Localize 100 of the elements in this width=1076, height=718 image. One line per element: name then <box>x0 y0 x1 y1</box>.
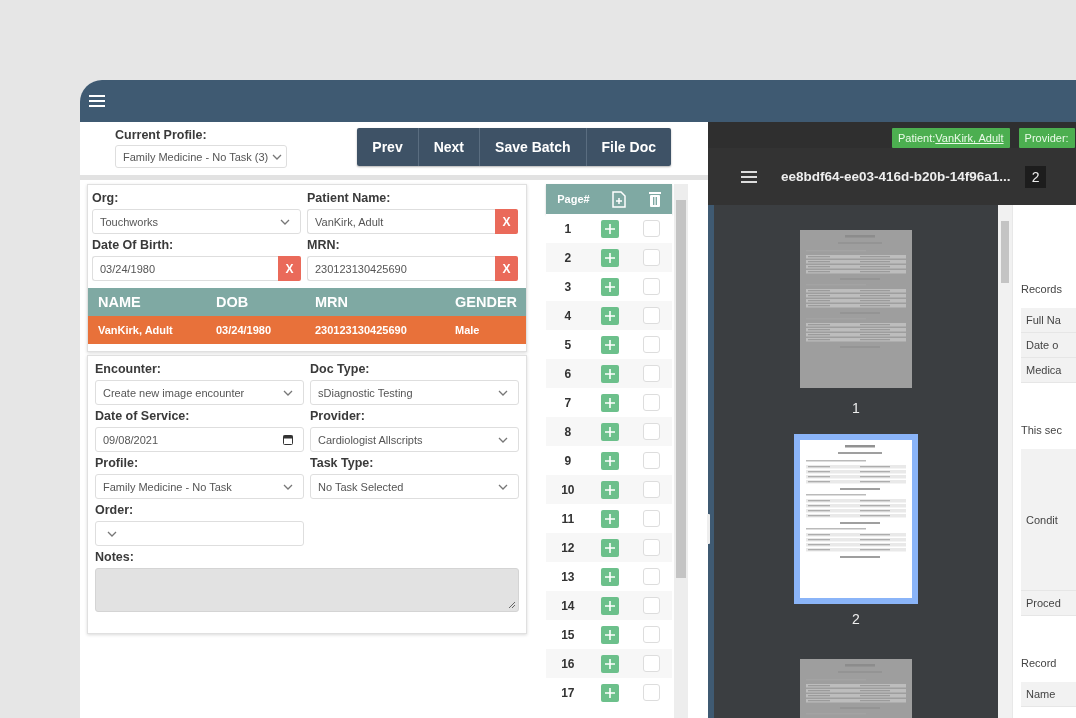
column-header: MRN <box>315 294 350 310</box>
section-heading: Records <box>1021 283 1063 297</box>
add-page-button[interactable] <box>601 567 620 586</box>
checkbox[interactable] <box>643 220 661 237</box>
page-thumbnail[interactable] <box>800 230 912 388</box>
checkbox[interactable] <box>643 597 661 614</box>
add-page-button[interactable] <box>601 654 620 673</box>
page-number: 7 <box>563 395 573 410</box>
menu-icon[interactable] <box>741 170 757 183</box>
page-label: 1 <box>852 400 860 416</box>
checkbox[interactable] <box>643 626 661 643</box>
add-page-button[interactable] <box>601 306 620 325</box>
add-page-button[interactable] <box>601 219 620 238</box>
page-number: 17 <box>560 685 576 700</box>
resize-handle[interactable] <box>707 514 710 544</box>
calendar-icon[interactable] <box>283 434 293 445</box>
chevron-icon <box>498 483 508 490</box>
checkbox[interactable] <box>643 655 661 672</box>
action-button[interactable]: Save Batch <box>480 128 587 166</box>
page-number: 1 <box>563 221 573 236</box>
column-header: GENDER <box>455 294 519 310</box>
add-page-button[interactable] <box>601 596 620 615</box>
select-field[interactable]: Create new image encounter <box>95 380 304 405</box>
page-number: 8 <box>563 424 573 439</box>
page-number: 12 <box>560 540 576 555</box>
page-number: 11 <box>560 511 576 526</box>
page-number: 16 <box>560 656 576 671</box>
table-cell-text: Male <box>455 324 481 336</box>
field-label: Profile: <box>95 455 140 472</box>
checkbox[interactable] <box>643 539 661 556</box>
checkbox[interactable] <box>643 278 661 295</box>
tag-label: Provider: <box>1024 132 1069 144</box>
page-number: 13 <box>560 569 576 584</box>
checkbox[interactable] <box>643 249 661 266</box>
chevron-icon <box>498 389 508 396</box>
menu-icon[interactable] <box>89 95 105 107</box>
table-cell-text: 230123130425690 <box>315 324 408 336</box>
add-page-button[interactable] <box>601 509 620 528</box>
add-file-icon[interactable] <box>612 190 627 208</box>
add-page-button[interactable] <box>601 422 620 441</box>
add-page-button[interactable] <box>601 538 620 557</box>
checkbox[interactable] <box>643 510 661 527</box>
trash-icon[interactable] <box>648 191 661 207</box>
checkbox[interactable] <box>643 365 661 382</box>
checkbox[interactable] <box>643 481 661 498</box>
table-cell: Condit <box>1021 449 1076 591</box>
field-label: Patient Name: <box>307 190 392 207</box>
scrollbar[interactable] <box>674 184 688 718</box>
checkbox[interactable] <box>643 336 661 353</box>
select-field[interactable]: Cardiologist Allscripts <box>310 427 519 452</box>
add-page-button[interactable] <box>601 451 620 470</box>
section-heading: This sec <box>1021 424 1063 438</box>
checkbox[interactable] <box>643 452 661 469</box>
select-field[interactable]: Family Medicine - No Task <box>95 474 304 499</box>
select-field[interactable]: Touchworks <box>92 209 301 234</box>
tag-label: Patient: <box>898 132 936 144</box>
table-cell-text: 03/24/1980 <box>216 324 273 336</box>
field-label: Doc Type: <box>310 361 371 378</box>
checkbox[interactable] <box>643 684 661 701</box>
select-field[interactable]: sDiagnostic Testing <box>310 380 519 405</box>
table-cell: Name <box>1021 682 1076 707</box>
field-label: Date of Service: <box>95 408 191 425</box>
profile-select[interactable]: Family Medicine - No Task (3) <box>115 145 287 168</box>
column-header: DOB <box>216 294 250 310</box>
text-field[interactable]: VanKirk, Adult <box>307 209 495 234</box>
page-number-field[interactable]: 2 <box>1024 165 1047 188</box>
date-field[interactable]: 09/08/2021 <box>95 427 304 452</box>
field-label: Provider: <box>310 408 366 425</box>
field-label: Org: <box>92 190 120 207</box>
checkbox[interactable] <box>643 568 661 585</box>
add-page-button[interactable] <box>601 364 620 383</box>
checkbox[interactable] <box>643 423 661 440</box>
resize-grip-icon[interactable] <box>508 601 516 609</box>
select-field[interactable]: No Task Selected <box>310 474 519 499</box>
select-field[interactable] <box>95 521 304 546</box>
add-page-button[interactable] <box>601 248 620 267</box>
chevron-icon <box>283 483 293 490</box>
page-number: 6 <box>563 366 573 381</box>
page-number: 14 <box>560 598 576 613</box>
chevron-icon <box>107 530 117 537</box>
checkbox[interactable] <box>643 307 661 324</box>
checkbox[interactable] <box>643 394 661 411</box>
add-page-button[interactable] <box>601 277 620 296</box>
page-thumbnail[interactable] <box>794 434 918 604</box>
add-page-button[interactable] <box>601 683 620 702</box>
add-page-button[interactable] <box>601 335 620 354</box>
action-button[interactable]: Next <box>418 128 481 166</box>
notes-field[interactable] <box>95 568 519 612</box>
add-page-button[interactable] <box>601 625 620 644</box>
action-button[interactable]: File Doc <box>586 128 671 166</box>
add-page-button[interactable] <box>601 393 620 412</box>
action-button[interactable]: Prev <box>357 128 419 166</box>
table-cell: Date o <box>1021 333 1076 358</box>
text-field[interactable]: 230123130425690 <box>307 256 495 281</box>
field-label: Order: <box>95 502 135 519</box>
table-cell: Medica <box>1021 358 1076 383</box>
scrollbar[interactable] <box>998 205 1012 718</box>
column-header: NAME <box>98 294 142 310</box>
text-field[interactable]: 03/24/1980 <box>92 256 278 281</box>
add-page-button[interactable] <box>601 480 620 499</box>
